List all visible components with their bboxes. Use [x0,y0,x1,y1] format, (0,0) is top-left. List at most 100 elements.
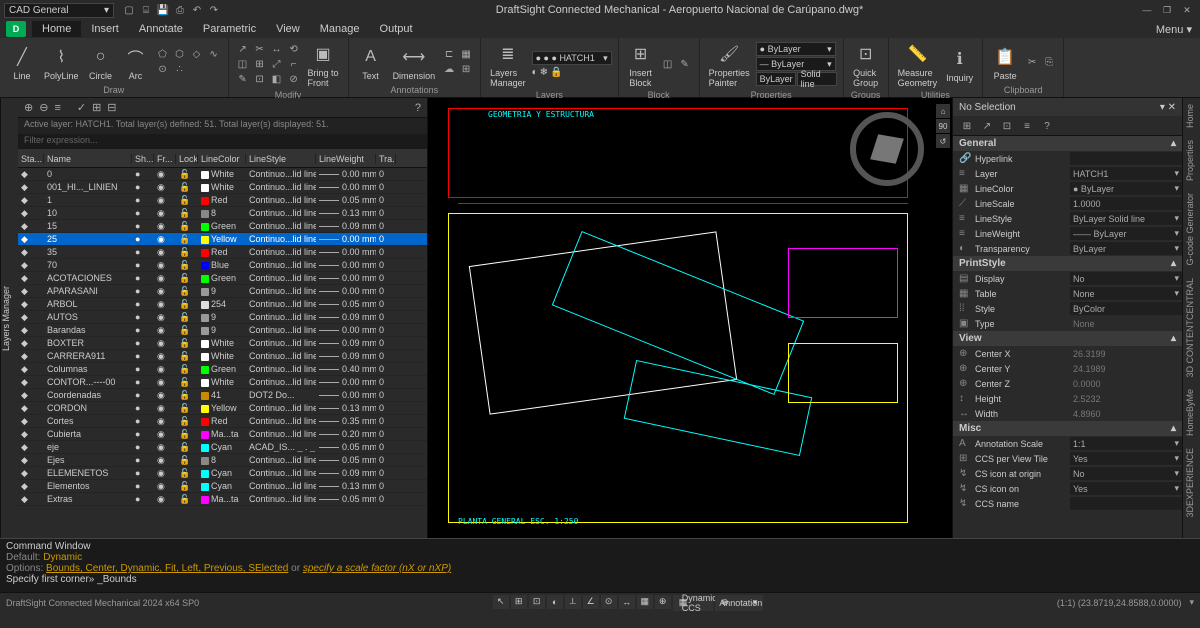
layer-row[interactable]: ◆10●◉🔓8Continuo...lid line0.13 mm0 [18,207,427,220]
block-tool-icon[interactable]: ◫ [660,58,676,72]
modify-tool-icon[interactable]: ✎ [235,73,251,87]
property-row[interactable]: ↯CS icon at originNo▾ [953,466,1182,481]
modify-tool-icon[interactable]: ◧ [269,73,285,87]
view-reset-icon[interactable]: ↺ [936,134,950,148]
tab-annotate[interactable]: Annotate [129,21,193,37]
property-row[interactable]: ↯CS icon onYes▾ [953,481,1182,496]
layer-row[interactable]: ◆Elementos●◉🔓CyanContinuo...lid line0.13… [18,480,427,493]
section-general[interactable]: General▴ [953,136,1182,151]
line-button[interactable]: ╱Line [6,43,38,82]
copy-icon[interactable]: ⎘ [1041,55,1057,69]
property-row[interactable]: 🔗Hyperlink [953,151,1182,166]
layer-tool-icon[interactable]: ≡ [54,102,60,114]
side-tab-3dcc[interactable]: 3D CONTENTCENTRAL [1183,272,1200,384]
circle-button[interactable]: ○Circle [85,43,117,82]
side-tab-home[interactable]: Home [1183,98,1200,134]
arc-button[interactable]: ⌒Arc [120,43,152,82]
section-misc[interactable]: Misc▴ [953,421,1182,436]
property-row[interactable]: ≡LineStyleByLayer Solid line▾ [953,211,1182,226]
inquiry-button[interactable]: ℹInquiry [943,45,976,84]
layer-row[interactable]: ◆0●◉🔓WhiteContinuo...lid line0.00 mm0 [18,168,427,181]
property-row[interactable]: ↯CCS name [953,496,1182,511]
prop-tool-icon[interactable]: ≡ [1019,118,1035,134]
layer-row[interactable]: ◆Cortes●◉🔓RedContinuo...lid line0.35 mm0 [18,415,427,428]
status-icon[interactable]: ▦ [637,595,653,609]
modify-tool-icon[interactable]: ↔ [269,43,285,57]
modify-tool-icon[interactable]: ↗ [235,43,251,57]
minimize-icon[interactable]: — [1138,5,1156,16]
redo-icon[interactable]: ↷ [207,3,221,17]
tab-view[interactable]: View [266,21,310,37]
layer-row[interactable]: ◆BOXTER●◉🔓WhiteContinuo...lid line0.09 m… [18,337,427,350]
style-dropdown[interactable]: ByLayer [756,72,796,86]
open-icon[interactable]: ⌸ [139,3,153,17]
tab-parametric[interactable]: Parametric [193,21,266,37]
property-row[interactable]: ↕Height2.5232 [953,391,1182,406]
status-icon[interactable]: ↔ [619,595,635,609]
side-tab-homebyme[interactable]: HomeByMe [1183,383,1200,442]
layer-row[interactable]: ◆70●◉🔓BlueContinuo...lid line0.00 mm0 [18,259,427,272]
layer-tool-icon[interactable]: ❄ [540,67,548,78]
save-icon[interactable]: 💾 [156,3,170,17]
property-row[interactable]: ⟋LineScale1.0000 [953,196,1182,211]
layer-row[interactable]: ◆Barandas●◉🔓9Continuo...lid line0.00 mm0 [18,324,427,337]
view-home-icon[interactable]: ⌂ [936,104,950,118]
layer-row[interactable]: ◆APARASANI●◉🔓9Continuo...lid line0.00 mm… [18,285,427,298]
layer-row[interactable]: ◆CARRERA911●◉🔓WhiteContinuo...lid line0.… [18,350,427,363]
modify-tool-icon[interactable]: ✂ [252,43,268,57]
layer-row[interactable]: ◆Columnas●◉🔓GreenContinuo...lid line0.40… [18,363,427,376]
modify-tool-icon[interactable]: ⟲ [286,43,302,57]
draw-tool-icon[interactable]: ⬠ [155,48,171,62]
layer-row[interactable]: ◆eje●◉🔓CyanACAD_IS... _ . _0.05 mm0 [18,441,427,454]
property-row[interactable]: ⊞CCS per View TileYes▾ [953,451,1182,466]
polyline-button[interactable]: ⌇PolyLine [41,43,82,82]
section-view[interactable]: View▴ [953,331,1182,346]
layer-row[interactable]: ◆CONTOR...----00●◉🔓WhiteContinuo...lid l… [18,376,427,389]
property-row[interactable]: ↔Width4.8960 [953,406,1182,421]
status-ccs[interactable]: ▦ Dynamic CCS [673,595,714,611]
color-dropdown[interactable]: ● ByLayer▾ [756,42,836,56]
app-logo-icon[interactable]: D [6,21,26,37]
modify-tool-icon[interactable]: ⊘ [286,73,302,87]
property-row[interactable]: ▤DisplayNo▾ [953,271,1182,286]
tab-manage[interactable]: Manage [310,21,370,37]
modify-tool-icon[interactable]: ⌐ [286,58,302,72]
layer-row[interactable]: ◆Cubierta●◉🔓Ma...taContinuo...lid line0.… [18,428,427,441]
linetype-dropdown[interactable]: Solid line [797,72,837,86]
cut-icon[interactable]: ✂ [1024,55,1040,69]
layers-filter-input[interactable]: Filter expression... [18,134,427,150]
property-row[interactable]: ⊕Center Y24.1989 [953,361,1182,376]
tab-insert[interactable]: Insert [81,21,129,37]
layer-row[interactable]: ◆Extras●◉🔓Ma...taContinuo...lid line0.05… [18,493,427,506]
delete-layer-icon[interactable]: ⊖ [39,101,48,114]
viewcube[interactable] [842,104,932,194]
layer-row[interactable]: ◆ELEMENETOS●◉🔓CyanContinuo...lid line0.0… [18,467,427,480]
drawing-canvas[interactable]: PLANTA GENERAL ESC. 1:250 GEOMETRIA Y ES… [428,98,952,538]
status-icon[interactable]: ∠ [583,595,599,609]
draw-tool-icon[interactable]: ∴ [172,63,188,77]
section-printstyle[interactable]: PrintStyle▴ [953,256,1182,271]
layer-dropdown[interactable]: ● ● ● HATCH1▾ [532,51,612,65]
command-window[interactable]: Command Window Default: Dynamic Options:… [0,538,1200,592]
new-layer-icon[interactable]: ⊕ [24,101,33,114]
dimension-button[interactable]: ⟷Dimension [390,43,439,82]
layer-row[interactable]: ◆1●◉🔓RedContinuo...lid line0.05 mm0 [18,194,427,207]
print-icon[interactable]: ⎙ [173,3,187,17]
help-icon[interactable]: ? [415,102,421,114]
close-icon[interactable]: ✕ [1178,5,1196,16]
annot-tool-icon[interactable]: ☁ [441,63,457,77]
modify-tool-icon[interactable]: ⤢ [269,58,285,72]
property-row[interactable]: ▦LineColor● ByLayer▾ [953,181,1182,196]
status-menu-icon[interactable]: ▾ [1189,597,1194,608]
property-row[interactable]: AAnnotation Scale1:1▾ [953,436,1182,451]
layers-manager-tab[interactable]: Layers Manager [0,98,18,538]
layer-tool-icon[interactable]: 🔒 [550,67,562,78]
undo-icon[interactable]: ↶ [190,3,204,17]
tab-output[interactable]: Output [370,21,423,37]
annot-tool-icon[interactable]: ⊏ [441,48,457,62]
modify-tool-icon[interactable]: ⊡ [252,73,268,87]
property-row[interactable]: ⊕Center Z0.0000 [953,376,1182,391]
layer-tool-icon[interactable]: ⊞ [92,101,101,114]
status-icon[interactable]: ↖ [493,595,509,609]
layer-row[interactable]: ◆15●◉🔓GreenContinuo...lid line0.09 mm0 [18,220,427,233]
